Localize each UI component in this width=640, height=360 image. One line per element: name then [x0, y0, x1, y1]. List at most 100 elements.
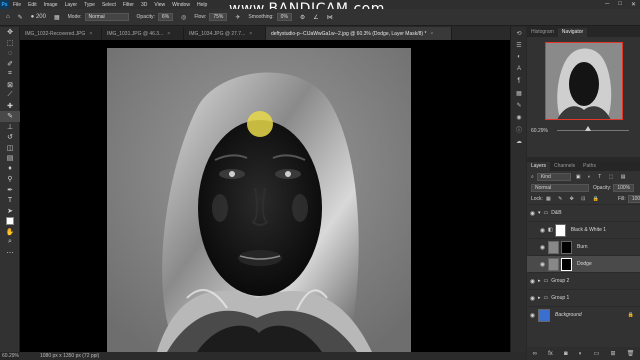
- adjustments-icon[interactable]: ◐: [511, 51, 527, 63]
- group-collapse-icon[interactable]: ▸: [538, 278, 541, 284]
- tab-layers[interactable]: Layers: [527, 162, 551, 171]
- visibility-eye-icon[interactable]: ◉: [527, 312, 538, 319]
- layer-thumbnail[interactable]: [548, 257, 559, 271]
- visibility-eye-icon[interactable]: ◉: [537, 261, 548, 268]
- layer-row-group[interactable]: ◉ ▾ ▭ D&B: [527, 204, 640, 221]
- properties-icon[interactable]: ☰: [511, 39, 527, 51]
- new-layer-icon[interactable]: ⊞: [610, 350, 615, 357]
- visibility-eye-icon[interactable]: ◉: [527, 278, 538, 285]
- tab-document-active[interactable]: deftystudio-p--CIJaWwGa1w--2.jpg @ 60.3%…: [266, 27, 452, 40]
- maximize-icon[interactable]: □: [618, 1, 622, 8]
- gradient-tool-icon[interactable]: ▤: [0, 153, 20, 164]
- close-icon[interactable]: ×: [430, 31, 433, 37]
- tab-navigator[interactable]: Navigator: [557, 28, 588, 37]
- brush-settings-icon[interactable]: ▦: [54, 14, 60, 21]
- brush-tool-icon[interactable]: ✎: [0, 111, 20, 122]
- frame-tool-icon[interactable]: ⊠: [0, 80, 20, 91]
- brush-tool-icon[interactable]: ✎: [18, 14, 23, 21]
- group-expand-icon[interactable]: ▾: [538, 210, 541, 216]
- quick-select-tool-icon[interactable]: ✐: [0, 59, 20, 70]
- canvas-area[interactable]: [20, 40, 526, 352]
- layer-mask-thumbnail[interactable]: [561, 257, 572, 271]
- portrait-image[interactable]: [107, 48, 411, 352]
- menu-window[interactable]: Window: [172, 2, 190, 8]
- layer-row-burn[interactable]: ◉ Burn: [527, 238, 640, 255]
- hand-tool-icon[interactable]: ✋: [0, 227, 20, 238]
- character-icon[interactable]: A: [511, 63, 527, 75]
- menu-filter[interactable]: Filter: [123, 2, 134, 8]
- layer-row-dodge[interactable]: ◉ Dodge: [527, 255, 640, 272]
- layer-row-background[interactable]: ◉ Background 🔒: [527, 306, 640, 323]
- layer-row-group[interactable]: ◉ ▸ ▭ Group 1: [527, 289, 640, 306]
- close-icon[interactable]: ×: [167, 31, 170, 37]
- layer-thumbnail[interactable]: [548, 240, 559, 254]
- pen-tool-icon[interactable]: ✒: [0, 185, 20, 196]
- delete-layer-icon[interactable]: 🗑: [627, 350, 635, 357]
- layer-thumbnail[interactable]: [538, 308, 550, 322]
- paragraph-icon[interactable]: ¶: [511, 75, 527, 87]
- navigator-zoom-knob[interactable]: [585, 126, 591, 131]
- eyedropper-tool-icon[interactable]: ⟋: [0, 90, 20, 101]
- mode-select[interactable]: Normal: [84, 13, 129, 21]
- new-adjustment-icon[interactable]: ◐: [579, 351, 583, 357]
- clone-stamp-tool-icon[interactable]: ⊥: [0, 122, 20, 133]
- menu-file[interactable]: File: [13, 2, 21, 8]
- type-tool-icon[interactable]: T: [0, 195, 20, 206]
- blend-mode-select[interactable]: Normal: [531, 183, 589, 192]
- libraries-icon[interactable]: ☁: [511, 135, 527, 147]
- blur-tool-icon[interactable]: ♦: [0, 164, 20, 175]
- flow-field[interactable]: 75%: [209, 13, 228, 21]
- lock-icon[interactable]: 🔒: [628, 312, 634, 318]
- foreground-color-swatch[interactable]: [6, 217, 14, 225]
- zoom-tool-icon[interactable]: ⌕: [0, 237, 20, 248]
- close-icon[interactable]: ✕: [631, 1, 636, 8]
- brushes-icon[interactable]: ✎: [511, 99, 527, 111]
- visibility-eye-icon[interactable]: ◉: [527, 295, 538, 302]
- smoothing-field[interactable]: 0%: [276, 13, 292, 21]
- navigator-zoom-slider[interactable]: [557, 130, 629, 131]
- link-layers-icon[interactable]: ∞: [533, 351, 537, 357]
- close-icon[interactable]: ×: [89, 31, 92, 37]
- lasso-tool-icon[interactable]: ◌: [0, 48, 20, 59]
- marquee-tool-icon[interactable]: ⬚: [0, 38, 20, 49]
- angle-icon[interactable]: ∠: [313, 14, 318, 21]
- home-icon[interactable]: ⌂: [6, 14, 10, 20]
- visibility-eye-icon[interactable]: ◉: [537, 244, 548, 251]
- menu-select[interactable]: Select: [102, 2, 116, 8]
- status-zoom[interactable]: 60.29%: [2, 353, 19, 359]
- menu-layer[interactable]: Layer: [65, 2, 78, 8]
- filter-type-icons[interactable]: ▣ ◐ T ⬚ ▤: [576, 174, 629, 180]
- tab-document[interactable]: IMG_1031.JPG @ 46.3... ×: [102, 27, 184, 40]
- close-icon[interactable]: ×: [249, 31, 252, 37]
- menu-help[interactable]: Help: [197, 2, 207, 8]
- tab-channels[interactable]: Channels: [550, 162, 579, 171]
- crop-tool-icon[interactable]: ⌗: [0, 69, 20, 80]
- symmetry-icon[interactable]: ⋈: [327, 14, 333, 21]
- tab-document[interactable]: IMG_1034.JPG @ 27.7... ×: [184, 27, 266, 40]
- layer-filter-kind-select[interactable]: Kind: [536, 172, 571, 181]
- layer-mask-thumbnail[interactable]: [561, 240, 572, 254]
- menu-view[interactable]: View: [154, 2, 165, 8]
- dodge-tool-icon[interactable]: ⚲: [0, 174, 20, 185]
- move-tool-icon[interactable]: ✥: [0, 27, 20, 38]
- opacity-field[interactable]: 6%: [157, 13, 174, 21]
- visibility-eye-icon[interactable]: ◉: [537, 227, 548, 234]
- menu-edit[interactable]: Edit: [28, 2, 37, 8]
- group-collapse-icon[interactable]: ▸: [538, 295, 541, 301]
- menu-image[interactable]: Image: [44, 2, 58, 8]
- eraser-tool-icon[interactable]: ◫: [0, 143, 20, 154]
- history-icon[interactable]: ⟲: [511, 27, 527, 39]
- brush-size-picker[interactable]: ● 200: [31, 14, 46, 20]
- pressure-opacity-icon[interactable]: ◎: [181, 14, 186, 21]
- swatches-icon[interactable]: ▦: [511, 87, 527, 99]
- add-mask-icon[interactable]: ◙: [564, 351, 568, 357]
- history-brush-tool-icon[interactable]: ↺: [0, 132, 20, 143]
- layer-row-adjustment[interactable]: ◉ ◧ Black & White 1: [527, 221, 640, 238]
- navigator-zoom[interactable]: 60.29%: [531, 128, 548, 134]
- airbrush-icon[interactable]: ✈: [235, 14, 240, 21]
- menu-3d[interactable]: 3D: [141, 2, 147, 8]
- menu-type[interactable]: Type: [84, 2, 95, 8]
- photoshop-logo[interactable]: Ps: [0, 0, 9, 9]
- tab-paths[interactable]: Paths: [579, 162, 600, 171]
- path-select-tool-icon[interactable]: ➤: [0, 206, 20, 217]
